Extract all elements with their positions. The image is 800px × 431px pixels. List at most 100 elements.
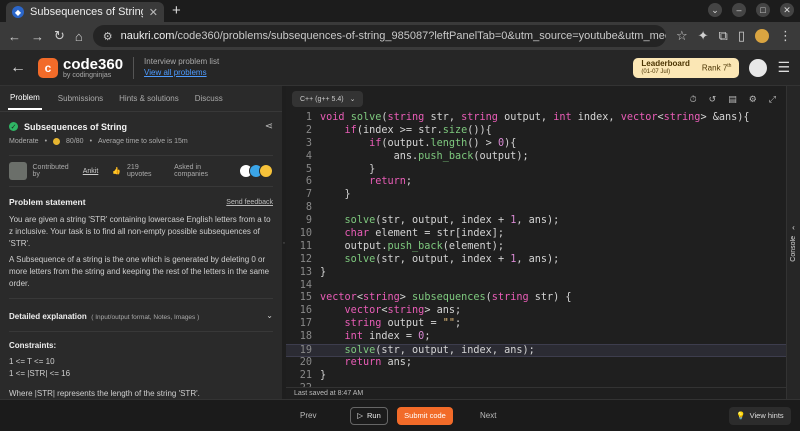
browser-menu-icon[interactable]: ⋮ bbox=[779, 28, 792, 44]
code-line[interactable]: 11 output.push_back(element); bbox=[286, 241, 786, 254]
code-line[interactable]: 16 vector<string> ans; bbox=[286, 305, 786, 318]
tab-problem[interactable]: Problem bbox=[8, 87, 42, 110]
extension-icon[interactable]: ✦ bbox=[698, 28, 709, 44]
code-line[interactable]: 14 bbox=[286, 280, 786, 293]
timer-icon[interactable]: ⏱ bbox=[690, 94, 697, 105]
line-text: solve(str, output, index + 1, ans); bbox=[344, 215, 560, 227]
code-line[interactable]: 1 void solve(string str, string output, i… bbox=[286, 112, 786, 125]
bookmark-star-icon[interactable]: ☆ bbox=[676, 28, 688, 44]
contributed-label: Contributed by bbox=[32, 164, 69, 178]
run-button[interactable]: ▷ Run bbox=[350, 406, 388, 425]
line-text: return ans; bbox=[344, 356, 413, 368]
company-logos[interactable] bbox=[239, 164, 273, 178]
view-hints-button[interactable]: 💡 View hints bbox=[729, 406, 791, 425]
share-icon[interactable]: ⋖ bbox=[265, 121, 273, 132]
code-line[interactable]: 2 if(index >= str.size()){ bbox=[286, 125, 786, 138]
upvote-icon[interactable]: 👍 bbox=[112, 167, 121, 175]
submit-code-button[interactable]: Submit code bbox=[397, 406, 453, 425]
home-icon[interactable]: ⌂ bbox=[75, 29, 83, 44]
line-text: output.push_back(element); bbox=[344, 240, 505, 252]
close-window-icon[interactable]: ✕ bbox=[780, 3, 794, 17]
url-path: /code360/problems/subsequences-of-string… bbox=[174, 30, 666, 42]
detail-subtitle: ( Input/output format, Notes, Images ) bbox=[91, 314, 200, 321]
code-line[interactable]: 12 solve(str, output, index + 1, ans); bbox=[286, 254, 786, 267]
code-line[interactable]: 5 } bbox=[286, 164, 786, 177]
hamburger-menu-icon[interactable]: ☰ bbox=[777, 59, 790, 76]
line-number: 16 bbox=[299, 305, 312, 317]
console-toggle[interactable]: ‹ Console bbox=[786, 86, 800, 399]
tab-close-icon[interactable]: ✕ bbox=[149, 6, 158, 19]
code-line[interactable]: 9 solve(str, output, index + 1, ans); bbox=[286, 215, 786, 228]
new-tab-button[interactable]: + bbox=[172, 2, 181, 19]
line-text: ans.push_back(output); bbox=[393, 150, 529, 162]
code-line[interactable]: 10 char element = str[index]; bbox=[286, 228, 786, 241]
browser-tab-bar: ◆ Subsequences of String ✕ + ⌄ – □ ✕ bbox=[0, 0, 800, 22]
code-line[interactable]: 17 string output = ""; bbox=[286, 318, 786, 331]
window-controls: ⌄ – □ ✕ bbox=[708, 3, 794, 17]
prev-button[interactable]: Prev bbox=[300, 411, 316, 420]
layout-icon[interactable]: ▤ bbox=[728, 94, 737, 105]
settings-icon[interactable]: ⚙ bbox=[749, 94, 757, 105]
tab-search-icon[interactable]: ⌄ bbox=[708, 3, 722, 17]
reload-icon[interactable]: ↻ bbox=[54, 28, 65, 44]
app-header: ← c code360 by codingninjas Interview pr… bbox=[0, 50, 800, 86]
tab-title: Subsequences of String bbox=[30, 6, 143, 18]
url-host: naukri.com bbox=[120, 30, 175, 42]
score: 80/80 bbox=[66, 138, 84, 145]
line-number: 3 bbox=[305, 137, 312, 149]
tab-discuss[interactable]: Discuss bbox=[195, 94, 223, 103]
leaderboard-badge[interactable]: Leaderboard (01-07 Jul) Rank 7th bbox=[633, 57, 740, 78]
address-bar[interactable]: ⚙ naukri.com/code360/problems/subsequenc… bbox=[92, 25, 666, 47]
line-text: } bbox=[320, 369, 327, 381]
fullscreen-icon[interactable]: ⤢ bbox=[769, 94, 776, 105]
code-line[interactable]: 18 int index = 0; bbox=[286, 331, 786, 344]
code360-logo[interactable]: c code360 by codingninjas bbox=[38, 57, 123, 79]
rank-suffix: th bbox=[727, 62, 732, 69]
tab-hints-solutions[interactable]: Hints & solutions bbox=[119, 94, 179, 103]
code-line[interactable]: 19 solve(str, output, index, ans); bbox=[286, 344, 786, 357]
code-line[interactable]: 13} bbox=[286, 267, 786, 280]
minimize-icon[interactable]: – bbox=[732, 3, 746, 17]
code-line[interactable]: 21} bbox=[286, 370, 786, 383]
statement-heading: Problem statement bbox=[9, 197, 86, 207]
tab-submissions[interactable]: Submissions bbox=[58, 94, 103, 103]
maximize-icon[interactable]: □ bbox=[756, 3, 770, 17]
extensions-puzzle-icon[interactable]: ⧉ bbox=[719, 28, 728, 44]
detailed-explanation-toggle[interactable]: Detailed explanation ( Input/output form… bbox=[9, 298, 273, 332]
line-number: 13 bbox=[299, 266, 312, 278]
user-avatar[interactable] bbox=[749, 58, 768, 77]
leaderboard-dates: (01-07 Jul) bbox=[641, 68, 671, 75]
code-line[interactable]: 15 vector<string> subsequences(string str… bbox=[286, 292, 786, 305]
forward-arrow-icon[interactable]: → bbox=[31, 29, 44, 44]
problem-content[interactable]: ✓ Subsequences of String ⋖ Moderate • 80… bbox=[0, 121, 282, 398]
line-number: 1 bbox=[305, 112, 312, 123]
lightbulb-icon: 💡 bbox=[736, 411, 746, 420]
interview-list-label: Interview problem list bbox=[144, 57, 220, 67]
code-line[interactable]: 7 } bbox=[286, 189, 786, 202]
code-area[interactable]: 1 void solve(string str, string output, i… bbox=[286, 112, 786, 387]
contributor-link[interactable]: Ankit bbox=[83, 168, 99, 175]
header-divider bbox=[133, 56, 135, 79]
browser-tab[interactable]: ◆ Subsequences of String ✕ bbox=[6, 2, 164, 22]
language-select[interactable]: C++ (g++ 5.4) ⌄ bbox=[292, 91, 364, 107]
code-line[interactable]: 6 return; bbox=[286, 176, 786, 189]
back-icon[interactable]: ← bbox=[10, 59, 28, 77]
profile-avatar[interactable] bbox=[755, 29, 769, 43]
line-number: 2 bbox=[305, 124, 312, 136]
code-line[interactable]: 20 return ans; bbox=[286, 357, 786, 370]
statement-paragraph: You are given a string 'STR' containing … bbox=[9, 215, 271, 248]
reset-icon[interactable]: ↺ bbox=[709, 94, 717, 105]
send-feedback-link[interactable]: Send feedback bbox=[226, 199, 273, 206]
next-button[interactable]: Next bbox=[480, 411, 496, 420]
site-info-icon[interactable]: ⚙ bbox=[103, 30, 113, 43]
view-all-problems-link[interactable]: View all problems bbox=[144, 68, 219, 78]
sidebar-icon[interactable]: ▯ bbox=[738, 28, 745, 44]
code-line[interactable]: 8 bbox=[286, 202, 786, 215]
back-arrow-icon[interactable]: ← bbox=[8, 29, 21, 44]
rank-label: Rank bbox=[701, 63, 721, 73]
constraints-list: 1 <= T <= 10 1 <= |STR| <= 16 bbox=[9, 356, 273, 381]
code-line[interactable]: 4 ans.push_back(output); bbox=[286, 151, 786, 164]
detail-heading: Detailed explanation bbox=[9, 312, 87, 321]
line-text bbox=[312, 202, 320, 215]
code-line[interactable]: 3 if(output.length() > 0){ bbox=[286, 138, 786, 151]
